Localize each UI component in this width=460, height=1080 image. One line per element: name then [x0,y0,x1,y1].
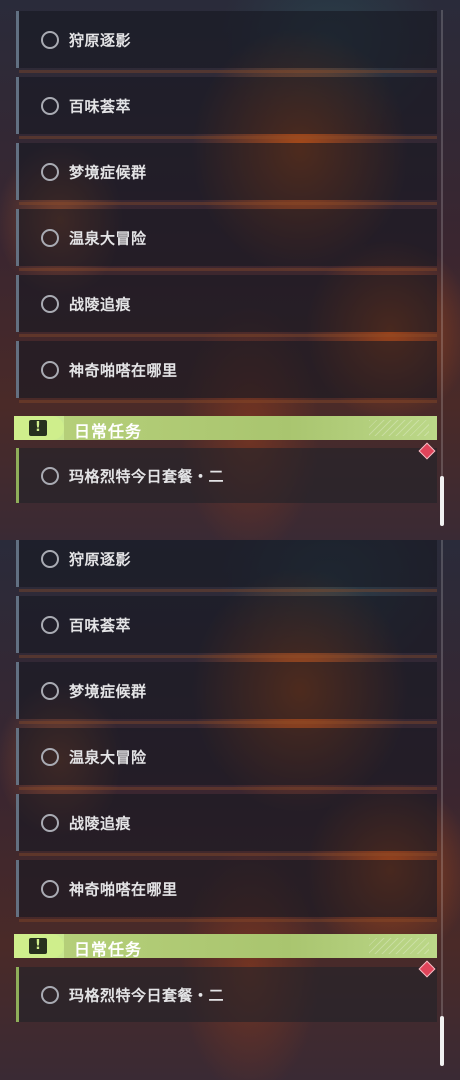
scrollbar-thumb[interactable] [440,1016,444,1066]
status-circle-icon [41,360,59,379]
daily-section-header: ! 日常任务 [14,934,437,958]
daily-quest-item[interactable]: 玛格烈特今日套餐・二 [16,967,437,1022]
quest-item[interactable]: 百味荟萃 [16,596,437,658]
quest-label: 百味荟萃 [69,616,132,634]
quest-label: 梦境症候群 [69,682,147,700]
scrollbar-track[interactable] [441,10,443,525]
quest-item[interactable]: 百味荟萃 [16,77,437,139]
quest-item[interactable]: 温泉大冒险 [16,728,437,790]
exclamation-icon: ! [29,938,47,954]
quest-label: 狩原逐影 [69,31,132,49]
quest-item[interactable]: 狩原逐影 [16,540,437,592]
quest-item[interactable]: 温泉大冒险 [16,209,437,271]
status-circle-icon [41,747,59,766]
quest-item[interactable]: 神奇啪嗒在哪里 [16,341,437,403]
quest-label: 战陵追痕 [69,814,132,832]
quest-label: 神奇啪嗒在哪里 [69,361,178,379]
status-circle-icon [41,813,59,832]
quest-list-panel: 狩原逐影 百味荟萃 梦境症候群 温泉大冒险 战陵追痕 神奇啪嗒在哪里 ! 日常任… [0,540,460,1080]
quest-label: 狩原逐影 [69,550,132,568]
quest-label: 玛格烈特今日套餐・二 [69,467,225,485]
quest-label: 神奇啪嗒在哪里 [69,880,178,898]
status-circle-icon [41,985,59,1004]
daily-section-title: 日常任务 [74,422,143,441]
status-circle-icon [41,879,59,898]
quest-item[interactable]: 神奇啪嗒在哪里 [16,860,437,922]
quest-item[interactable]: 狩原逐影 [16,11,437,73]
daily-section-header: ! 日常任务 [14,416,437,440]
status-circle-icon [41,615,59,634]
scrollbar-track[interactable] [441,540,443,1065]
status-circle-icon [41,549,59,568]
quest-list-panel: 狩原逐影 百味荟萃 梦境症候群 温泉大冒险 战陵追痕 神奇啪嗒在哪里 ! 日常任… [0,0,460,540]
quest-label: 梦境症候群 [69,163,147,181]
decorative-stripes [369,938,429,954]
quest-item[interactable]: 梦境症候群 [16,143,437,205]
quest-label: 玛格烈特今日套餐・二 [69,986,225,1004]
exclamation-icon: ! [29,420,47,436]
status-circle-icon [41,294,59,313]
status-circle-icon [41,30,59,49]
status-circle-icon [41,96,59,115]
quest-label: 战陵追痕 [69,295,132,313]
status-circle-icon [41,466,59,485]
quest-item[interactable]: 梦境症候群 [16,662,437,724]
scrollbar-thumb[interactable] [440,476,444,526]
quest-label: 温泉大冒险 [69,748,147,766]
quest-item[interactable]: 战陵追痕 [16,275,437,337]
quest-item[interactable]: 战陵追痕 [16,794,437,856]
quest-label: 百味荟萃 [69,97,132,115]
status-circle-icon [41,162,59,181]
quest-label: 温泉大冒险 [69,229,147,247]
status-circle-icon [41,228,59,247]
daily-quest-item[interactable]: 玛格烈特今日套餐・二 [16,448,437,503]
daily-section-title: 日常任务 [74,940,143,959]
status-circle-icon [41,681,59,700]
decorative-stripes [369,420,429,436]
